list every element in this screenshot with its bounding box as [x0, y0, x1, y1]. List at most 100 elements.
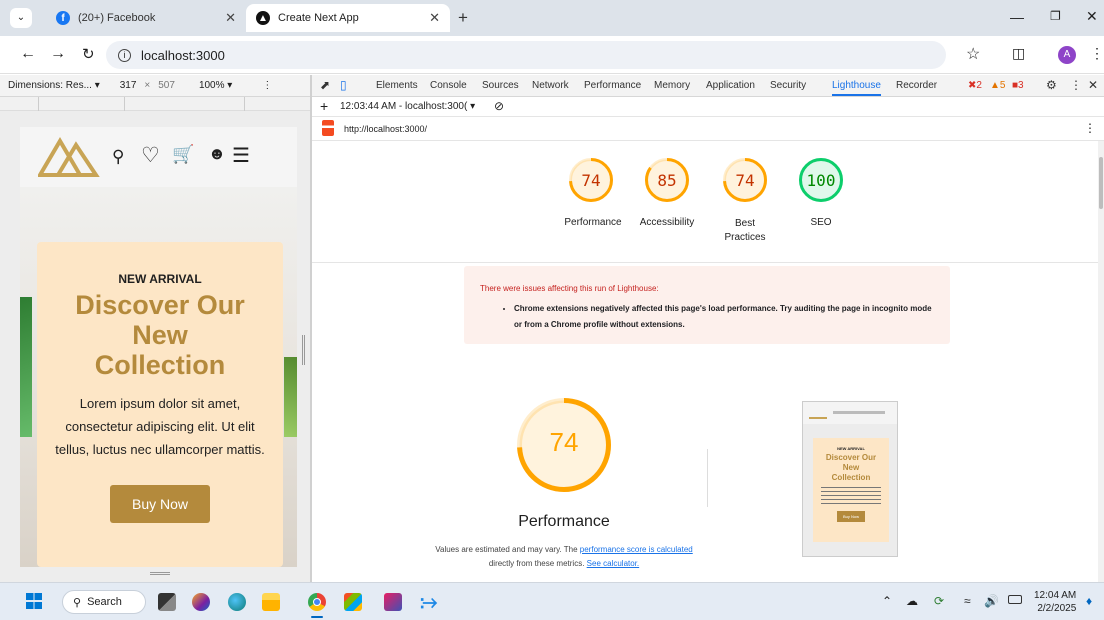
final-screenshot-thumbnail[interactable]: NEW ARRIVAL Discover Our New Collection … [802, 401, 898, 557]
plant-right [284, 357, 297, 437]
tab-performance[interactable]: Performance [584, 80, 641, 91]
back-arrow-icon[interactable]: ← [20, 45, 36, 63]
height-input[interactable]: 507 [158, 80, 175, 91]
paint-app-icon[interactable] [384, 593, 402, 611]
forward-arrow-icon[interactable]: → [50, 45, 66, 63]
buy-now-button[interactable]: Buy Now [109, 485, 211, 523]
width-input[interactable]: 317 [120, 80, 137, 91]
close-tab-icon[interactable]: ✕ [225, 10, 236, 26]
resize-handle-bottom[interactable] [150, 572, 170, 575]
tab-network[interactable]: Network [532, 80, 569, 91]
inspect-element-icon[interactable]: ⬈ [320, 78, 330, 92]
scrollbar-thumb[interactable] [1099, 157, 1103, 209]
tab-memory[interactable]: Memory [654, 80, 690, 91]
tab-title: (20+) Facebook [78, 12, 156, 24]
vscode-icon[interactable]: ⧴ [420, 593, 438, 611]
clock-time: 12:04 AM [1034, 590, 1077, 601]
task-view-icon[interactable] [158, 593, 176, 611]
error-count[interactable]: ✖2 [968, 80, 982, 91]
device-more-icon[interactable]: ⋮ [262, 80, 272, 91]
report-menu-icon[interactable]: ⋮ [1084, 121, 1096, 135]
report-selector[interactable]: 12:03:44 AM - localhost:300( ▾ [340, 101, 475, 112]
device-toggle-icon[interactable]: ▯ [340, 78, 347, 92]
tab-facebook[interactable]: f (20+) Facebook ✕ [46, 4, 246, 32]
nextjs-icon: ▲ [256, 11, 270, 25]
edge-icon[interactable] [228, 593, 246, 611]
heart-icon[interactable]: ♡ [141, 143, 160, 168]
score-gauge-seo[interactable]: 100 [798, 157, 844, 206]
site-info-icon[interactable]: i [118, 48, 131, 62]
tab-recorder[interactable]: Recorder [896, 80, 937, 91]
copilot-icon[interactable]: ⟳ [934, 594, 944, 608]
score-gauge-performance[interactable]: 74 [568, 157, 614, 206]
brand-logo[interactable] [38, 137, 100, 177]
minimize-button[interactable]: — [1010, 9, 1024, 25]
performance-heading: Performance [518, 513, 610, 530]
thumb-card: NEW ARRIVAL Discover Our New Collection … [813, 438, 889, 542]
clear-reports-icon[interactable]: ⊘ [494, 99, 504, 113]
new-tab-button[interactable]: + [458, 8, 468, 28]
see-calculator-link[interactable]: See calculator. [587, 559, 639, 568]
lighthouse-url-bar: http://localhost:3000/ ⋮ [312, 117, 1104, 141]
gauge-label-seo: SEO [810, 217, 832, 228]
plant-left [20, 297, 32, 437]
warning-count[interactable]: ▲5 [990, 80, 1005, 91]
promo-kicker: NEW ARRIVAL [118, 272, 202, 286]
browser-menu-icon[interactable]: ⋮ [1090, 45, 1104, 62]
chrome-active-indicator [311, 616, 323, 618]
devtools-menu-icon[interactable]: ⋮ [1070, 78, 1082, 92]
notification-bell-icon[interactable]: ♦ [1086, 594, 1092, 608]
widgets-icon[interactable] [192, 593, 210, 611]
bookmark-star-icon[interactable]: ☆ [966, 44, 980, 64]
performance-score-link[interactable]: performance score is calculated [580, 545, 693, 554]
store-icon[interactable] [344, 593, 362, 611]
battery-icon[interactable] [1008, 595, 1022, 604]
onedrive-icon[interactable]: ☁ [906, 594, 918, 608]
tray-chevron-icon[interactable]: ⌃ [882, 594, 892, 608]
issue-count[interactable]: ■3 [1012, 80, 1024, 91]
tab-security[interactable]: Security [770, 80, 806, 91]
mobile-header: ⚲ ♡ 🛒 ☻ ☰ [20, 127, 297, 187]
taskbar-search[interactable]: ⚲ Search [62, 590, 146, 614]
tab-create-next-app[interactable]: ▲ Create Next App ✕ [246, 4, 450, 32]
file-explorer-icon[interactable] [262, 593, 280, 611]
tab-application[interactable]: Application [706, 80, 755, 91]
user-icon[interactable]: ☻ [208, 144, 226, 164]
score-gauge-best-practices[interactable]: 74 [722, 157, 768, 206]
score-gauge-accessibility[interactable]: 85 [644, 157, 690, 206]
lighthouse-toolbar: + 12:03:44 AM - localhost:300( ▾ ⊘ [312, 97, 1104, 117]
chrome-icon[interactable] [308, 593, 326, 611]
audited-url: http://localhost:3000/ [344, 124, 428, 134]
extensions-icon[interactable]: ◫ [1012, 45, 1025, 62]
dimensions-select[interactable]: Dimensions: Res... ▾ [8, 80, 100, 91]
tab-sources[interactable]: Sources [482, 80, 519, 91]
hamburger-menu-icon[interactable]: ☰ [232, 143, 250, 168]
close-tab-icon[interactable]: ✕ [429, 10, 440, 26]
clock[interactable]: 12:04 AM 2/2/2025 [1034, 589, 1076, 615]
restore-button[interactable]: ❐ [1050, 9, 1061, 23]
reload-icon[interactable]: ↻ [82, 45, 95, 63]
performance-gauge-large: 74 [516, 397, 612, 493]
cart-icon[interactable]: 🛒 [172, 144, 194, 165]
tab-list-chevron-icon[interactable]: ⌄ [10, 8, 32, 28]
tab-lighthouse[interactable]: Lighthouse [832, 80, 881, 96]
close-window-button[interactable]: ✕ [1086, 8, 1098, 25]
devtools-scrollbar[interactable] [1098, 141, 1104, 582]
volume-icon[interactable]: 🔊 [984, 594, 999, 608]
profile-avatar[interactable]: A [1058, 46, 1076, 64]
search-icon[interactable]: ⚲ [112, 147, 124, 167]
new-report-icon[interactable]: + [320, 98, 328, 114]
tab-elements[interactable]: Elements [376, 80, 418, 91]
windows-start-icon[interactable] [26, 593, 42, 609]
zoom-select[interactable]: 100% ▾ [199, 80, 232, 91]
address-bar[interactable]: i localhost:3000 [106, 41, 946, 69]
thumb-header [803, 402, 897, 424]
devtools-close-icon[interactable]: ✕ [1088, 78, 1098, 92]
search-icon: ⚲ [73, 596, 82, 609]
tab-console[interactable]: Console [430, 80, 467, 91]
wifi-icon[interactable]: ≈ [964, 594, 971, 608]
resize-handle-right[interactable] [302, 335, 305, 365]
devtools-settings-icon[interactable]: ⚙ [1046, 78, 1057, 92]
gauge-value: 100 [806, 171, 836, 190]
warning-title: There were issues affecting this run of … [480, 284, 659, 293]
